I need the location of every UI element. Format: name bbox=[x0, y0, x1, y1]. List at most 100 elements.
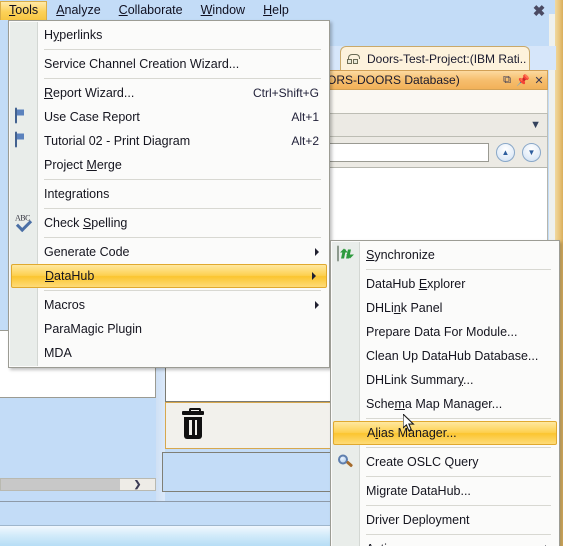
menubar-item-tools-label: ools bbox=[15, 3, 39, 17]
sync-icon bbox=[337, 245, 354, 264]
chevron-down-icon[interactable]: ▼ bbox=[530, 119, 541, 131]
menu-item-label: Macros bbox=[44, 298, 85, 312]
tools-menu-item-service-channel-creation-wizard[interactable]: Service Channel Creation Wizard... bbox=[9, 52, 329, 76]
chevron-right-icon bbox=[315, 248, 319, 256]
menu-separator bbox=[366, 534, 551, 535]
tools-menu-item-tutorial-02-print-diagram[interactable]: Tutorial 02 - Print Diagram Alt+2 bbox=[9, 129, 329, 153]
close-icon[interactable]: ✕ bbox=[531, 74, 547, 87]
tools-menu-item-hyperlinks[interactable]: Hyperlinks bbox=[9, 23, 329, 47]
datahub-menu-item-synchronize[interactable]: Synchronize bbox=[331, 243, 559, 267]
menu-item-label: Hyperlinks bbox=[44, 28, 103, 42]
menu-separator bbox=[366, 505, 551, 506]
tools-menu-item-check-spelling[interactable]: ABC Check Spelling bbox=[9, 211, 329, 235]
datahub-menu-item-prepare-data-for-module[interactable]: Prepare Data For Module... bbox=[331, 320, 559, 344]
menubar-item-help[interactable]: Help bbox=[254, 1, 298, 20]
menu-item-label: MDA bbox=[44, 346, 72, 360]
menubar-item-analyze[interactable]: Analyze bbox=[47, 1, 109, 20]
tools-menu-item-use-case-report[interactable]: Use Case Report Alt+1 bbox=[9, 105, 329, 129]
menu-separator bbox=[366, 447, 551, 448]
menubar-item-tools[interactable]: Tools bbox=[0, 1, 48, 20]
menu-item-label: Service Channel Creation Wizard... bbox=[44, 57, 240, 71]
menu-item-label: DataHub bbox=[45, 269, 95, 283]
restore-icon[interactable]: ⧉ bbox=[499, 74, 515, 87]
menu-separator bbox=[366, 476, 551, 477]
docked-window-title: l DOORS-DOORS Database) bbox=[303, 73, 460, 87]
trash-icon[interactable] bbox=[182, 408, 204, 439]
menubar-item-collaborate[interactable]: Collaborate bbox=[110, 1, 192, 20]
tools-menu-item-datahub[interactable]: DataHub bbox=[11, 264, 327, 288]
menubar-item-window-label: indow bbox=[212, 3, 246, 17]
menu-item-label: DHLink Panel bbox=[366, 301, 443, 315]
datahub-menu-item-migrate-datahub[interactable]: Migrate DataHub... bbox=[331, 479, 559, 503]
menu-item-label: Use Case Report bbox=[44, 110, 140, 124]
menu-separator bbox=[366, 269, 551, 270]
menu-separator bbox=[44, 208, 321, 209]
move-down-button[interactable]: ▼ bbox=[522, 142, 541, 162]
menu-separator bbox=[44, 179, 321, 180]
menu-item-label: Schema Map Manager... bbox=[366, 397, 503, 411]
menu-separator bbox=[44, 49, 321, 50]
combo-row[interactable]: nc ▼ bbox=[300, 113, 548, 137]
menu-item-label: Prepare Data For Module... bbox=[366, 325, 518, 339]
datahub-menu-item-alias-manager[interactable]: Alias Manager... bbox=[333, 421, 557, 445]
doc-report-icon bbox=[15, 131, 32, 150]
tab-label: Doors-Test-Project:(IBM Rati.. bbox=[367, 51, 527, 66]
chevron-right-icon bbox=[315, 301, 319, 309]
menu-item-label: Synchronize bbox=[366, 248, 435, 262]
datahub-menu-item-datahub-explorer[interactable]: DataHub Explorer bbox=[331, 272, 559, 296]
menubar-item-window[interactable]: Window bbox=[192, 1, 254, 20]
chevron-right-icon bbox=[312, 272, 316, 280]
application-window: ❯ ·· 3 Specific requirer ·· Test Items bbox=[0, 0, 563, 546]
datahub-menu-item-driver-deployment[interactable]: Driver Deployment bbox=[331, 508, 559, 532]
menu-item-label: Create OSLC Query bbox=[366, 455, 479, 469]
menu-item-label: Report Wizard... bbox=[44, 86, 135, 100]
tools-menu-item-integrations[interactable]: Integrations bbox=[9, 182, 329, 206]
docked-window-titlebar: l DOORS-DOORS Database) ⧉ 📌 ✕ bbox=[300, 70, 548, 90]
tools-menu-item-report-wizard[interactable]: Report Wizard... Ctrl+Shift+G bbox=[9, 81, 329, 105]
spell-check-icon: ABC bbox=[15, 214, 33, 233]
tools-dropdown-menu[interactable]: Hyperlinks Service Channel Creation Wizar… bbox=[8, 20, 330, 368]
menu-item-label: Alias Manager... bbox=[367, 426, 457, 440]
menu-item-label: ParaMagic Plugin bbox=[44, 322, 142, 336]
datahub-menu-item-create-oslc-query[interactable]: Create OSLC Query bbox=[331, 450, 559, 474]
menu-item-label: Actions bbox=[366, 542, 531, 546]
doc-report-icon bbox=[15, 107, 32, 126]
pin-icon[interactable]: 📌 bbox=[515, 74, 531, 87]
menu-item-shortcut: Alt+1 bbox=[291, 110, 319, 124]
tools-menu-item-paramagic-plugin[interactable]: ParaMagic Plugin bbox=[9, 317, 329, 341]
trash-toolbar bbox=[165, 402, 348, 449]
scroll-right-arrow-icon[interactable]: ❯ bbox=[120, 479, 155, 490]
lower-blue-panel bbox=[162, 452, 348, 492]
search-row: ▲ ▼ bbox=[300, 137, 548, 167]
menu-item-label: Clean Up DataHub Database... bbox=[366, 349, 539, 363]
menu-item-label: Migrate DataHub... bbox=[366, 484, 471, 498]
menu-item-label: Integrations bbox=[44, 187, 110, 201]
horizontal-scrollbar[interactable]: ❯ bbox=[0, 478, 156, 491]
menu-item-label: Generate Code bbox=[44, 245, 130, 259]
datahub-menu-item-dhlink-panel[interactable]: DHLink Panel bbox=[331, 296, 559, 320]
menu-item-label: DHLink Summary... bbox=[366, 373, 474, 387]
datahub-menu-item-dhlink-summary[interactable]: DHLink Summary... bbox=[331, 368, 559, 392]
tab-doors-test-project[interactable]: Doors-Test-Project:(IBM Rati.. bbox=[340, 46, 530, 70]
menu-separator bbox=[366, 418, 551, 419]
menu-item-label: Tutorial 02 - Print Diagram bbox=[44, 134, 191, 148]
scrollbar-thumb[interactable] bbox=[1, 479, 120, 490]
datahub-submenu[interactable]: Synchronize DataHub Explorer DHLink Panel P… bbox=[330, 240, 560, 546]
menu-item-label: Check Spelling bbox=[44, 216, 128, 230]
menu-separator bbox=[44, 237, 321, 238]
menu-item-label: Project Merge bbox=[44, 158, 122, 172]
menubar-item-analyze-label: nalyze bbox=[64, 3, 101, 17]
menu-separator bbox=[44, 290, 321, 291]
datahub-menu-item-actions[interactable]: Actions bbox=[331, 537, 559, 546]
tools-menu-item-generate-code[interactable]: Generate Code bbox=[9, 240, 329, 264]
move-up-button[interactable]: ▲ bbox=[496, 142, 515, 162]
tools-menu-item-macros[interactable]: Macros bbox=[9, 293, 329, 317]
menu-separator bbox=[44, 78, 321, 79]
datahub-menu-item-schema-map-manager[interactable]: Schema Map Manager... bbox=[331, 392, 559, 416]
menu-item-label: Driver Deployment bbox=[366, 513, 470, 527]
datahub-menu-item-clean-up-datahub-database[interactable]: Clean Up DataHub Database... bbox=[331, 344, 559, 368]
magnifier-icon bbox=[337, 454, 354, 471]
tools-menu-item-mda[interactable]: MDA bbox=[9, 341, 329, 365]
diagram-icon bbox=[347, 53, 363, 64]
tools-menu-item-project-merge[interactable]: Project Merge bbox=[9, 153, 329, 177]
